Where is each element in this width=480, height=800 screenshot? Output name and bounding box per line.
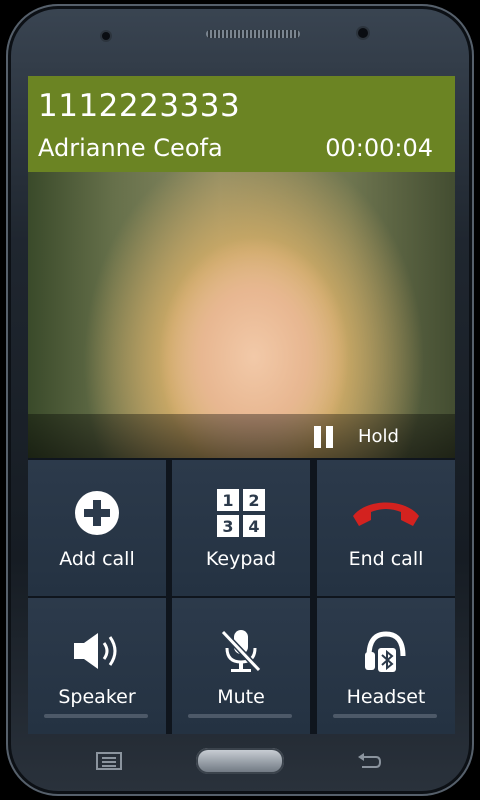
speaker-indicator — [44, 714, 148, 718]
keypad-icon: 1 2 3 4 — [172, 488, 310, 538]
speaker-label: Speaker — [58, 686, 136, 708]
mute-indicator — [188, 714, 292, 718]
headset-button[interactable]: Headset — [317, 598, 455, 734]
mute-button[interactable]: Mute — [172, 598, 310, 734]
keypad-key-4: 4 — [248, 517, 259, 536]
keypad-button[interactable]: 1 2 3 4 Keypad — [172, 460, 310, 596]
call-screen: 1112223333 Adrianne Ceofa 00:00:04 Hold … — [28, 76, 455, 734]
end-call-icon — [317, 488, 455, 538]
bluetooth-headset-icon — [317, 626, 455, 676]
caller-number: 1112223333 — [38, 88, 241, 124]
keypad-label: Keypad — [205, 548, 277, 570]
keypad-key-3: 3 — [222, 517, 233, 536]
end-call-button[interactable]: End call — [317, 460, 455, 596]
home-button[interactable] — [196, 748, 284, 774]
menu-icon[interactable] — [96, 752, 122, 770]
front-camera — [358, 28, 368, 38]
add-call-button[interactable]: Add call — [28, 460, 166, 596]
mute-label: Mute — [217, 686, 265, 708]
call-header: 1112223333 Adrianne Ceofa 00:00:04 — [28, 76, 455, 172]
keypad-key-2: 2 — [248, 491, 259, 510]
sensor — [102, 32, 110, 40]
add-call-label: Add call — [59, 548, 135, 570]
hold-label: Hold — [358, 426, 399, 447]
call-actions-grid: Add call 1 2 3 4 Keypad End call Speaker… — [28, 458, 455, 734]
headset-label: Headset — [346, 686, 426, 708]
headset-indicator — [333, 714, 437, 718]
call-timer: 00:00:04 — [325, 134, 433, 162]
end-call-label: End call — [348, 548, 424, 570]
earpiece-speaker — [206, 30, 300, 38]
speaker-button[interactable]: Speaker — [28, 598, 166, 734]
speaker-icon — [28, 626, 166, 676]
mute-mic-icon — [172, 626, 310, 676]
caller-name: Adrianne Ceofa — [38, 134, 223, 162]
keypad-key-1: 1 — [222, 491, 233, 510]
hold-button[interactable]: Hold — [28, 414, 455, 458]
pause-icon — [314, 426, 334, 448]
add-circle-icon — [28, 488, 166, 538]
back-icon[interactable] — [356, 752, 382, 770]
